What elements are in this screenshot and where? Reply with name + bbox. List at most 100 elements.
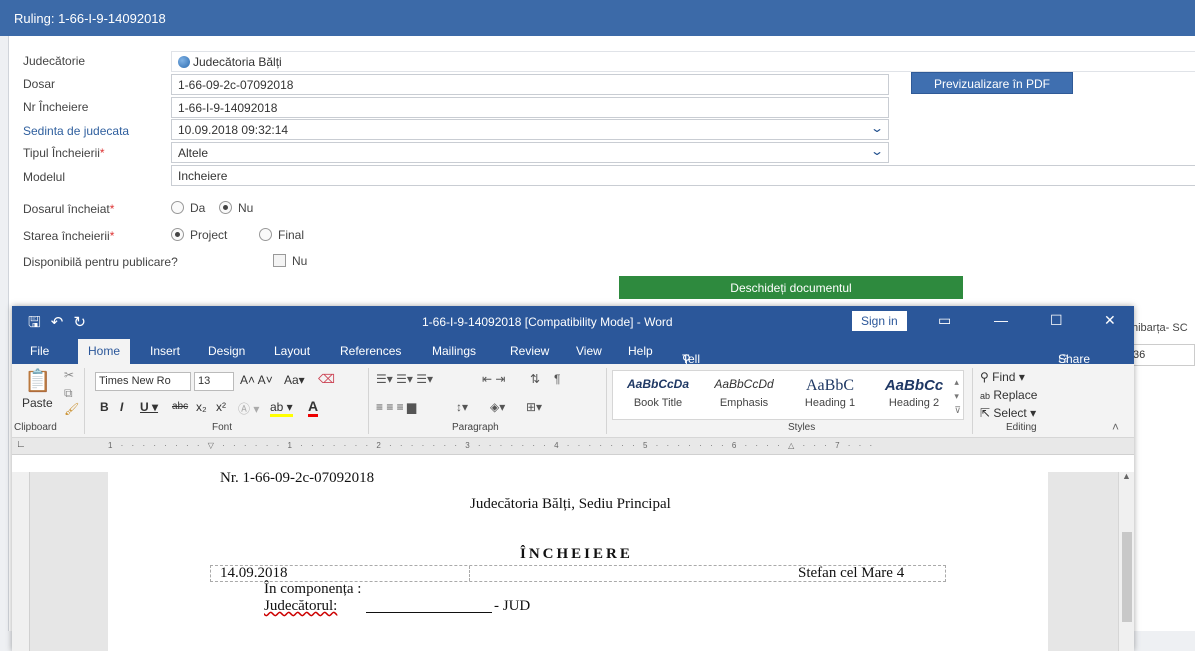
- vertical-scrollbar[interactable]: ▲: [1118, 471, 1134, 651]
- format-painter-icon[interactable]: 🖌: [64, 402, 79, 416]
- undo-icon[interactable]: ↶: [51, 314, 74, 331]
- clear-formatting-icon[interactable]: ⌫: [318, 372, 335, 386]
- font-size-select[interactable]: 13: [194, 372, 234, 391]
- required-marker: *: [109, 229, 115, 243]
- tab-insert[interactable]: Insert: [150, 344, 180, 358]
- text-effects-icon[interactable]: Ⓐ ▾: [238, 400, 259, 417]
- horizontal-ruler[interactable]: ∟ 1 · · · · · · · · ▽ · · · · · · 1 · · …: [12, 438, 1134, 455]
- chevron-down-icon: ⌄: [869, 121, 885, 135]
- tab-review[interactable]: Review: [510, 344, 549, 358]
- disponibila-checkbox[interactable]: Nu: [273, 254, 307, 268]
- radio-label: Final: [278, 228, 305, 242]
- indent-icon[interactable]: ⇤ ⇥: [482, 372, 505, 386]
- grow-font-icon[interactable]: A˄ A˅: [240, 373, 273, 387]
- radio-label: Da: [190, 201, 206, 215]
- tab-mailings[interactable]: Mailings: [432, 344, 476, 358]
- underline-icon[interactable]: U ▾: [140, 400, 158, 414]
- scroll-up-icon[interactable]: ▲: [1122, 471, 1131, 481]
- tab-layout[interactable]: Layout: [274, 344, 310, 358]
- style-heading-2[interactable]: AaBbCc Heading 2: [871, 377, 957, 409]
- find-button[interactable]: ⚲ Find ▾: [980, 370, 1025, 384]
- replace-button[interactable]: ab Replace: [980, 388, 1037, 402]
- radio-icon: [171, 201, 184, 214]
- ribbon-display-icon[interactable]: ▭: [938, 312, 951, 329]
- tab-stop-icon[interactable]: ∟: [16, 439, 26, 450]
- tab-references[interactable]: References: [340, 344, 401, 358]
- dosar-incheiat-nu-radio[interactable]: Nu: [219, 201, 253, 215]
- style-emphasis[interactable]: AaBbCcDd Emphasis: [701, 377, 787, 409]
- ribbon-separator: [84, 368, 85, 434]
- starea-final-radio[interactable]: Final: [259, 228, 304, 242]
- preview-pdf-button[interactable]: Previzualizare în PDF: [911, 72, 1073, 94]
- change-case-icon[interactable]: Aa▾: [284, 373, 305, 387]
- select-button[interactable]: ⇱ Select ▾: [980, 406, 1036, 420]
- sign-in-button[interactable]: Sign in: [852, 311, 907, 331]
- dosar-incheiat-da-radio[interactable]: Da: [171, 201, 205, 215]
- sedinta-value: 10.09.2018 09:32:14: [178, 123, 289, 137]
- clipboard-group-label: Clipboard: [14, 422, 57, 433]
- italic-icon[interactable]: I: [120, 400, 123, 414]
- starea-project-radio[interactable]: Project: [171, 228, 227, 242]
- strikethrough-icon[interactable]: abc: [172, 401, 188, 412]
- vertical-ruler: [12, 472, 30, 651]
- background-text: hibarța- SC: [1132, 322, 1188, 334]
- style-book-title[interactable]: AaBbCcDa Book Title: [615, 377, 701, 409]
- font-color-icon[interactable]: A: [308, 398, 319, 417]
- style-preview: AaBbCcDd: [714, 377, 774, 391]
- redo-icon[interactable]: ↻: [73, 314, 96, 331]
- open-document-button[interactable]: Deschideți documentul: [619, 276, 963, 299]
- style-heading-1[interactable]: AaBbC Heading 1: [787, 377, 873, 409]
- dosar-incheiat-label-text: Dosarul încheiat: [23, 202, 110, 216]
- sedinta-select[interactable]: 10.09.2018 09:32:14 ⌄: [171, 119, 889, 140]
- align-icons[interactable]: ≡ ≡ ≡ ▆: [376, 400, 416, 414]
- modelul-field[interactable]: Incheiere: [171, 165, 1195, 186]
- styles-scroll-icon[interactable]: ▴ ▾ ⊽: [954, 375, 961, 417]
- paragraph-group-label: Paragraph: [452, 422, 499, 433]
- superscript-icon[interactable]: x²: [216, 400, 226, 414]
- window-title: Ruling: 1-66-I-9-14092018: [0, 0, 1195, 36]
- bold-icon[interactable]: B: [100, 400, 109, 414]
- save-icon[interactable]: 🖫: [28, 314, 51, 331]
- scrollbar-thumb[interactable]: [1122, 532, 1132, 622]
- styles-gallery: AaBbCcDa Book Title AaBbCcDd Emphasis AaBb…: [612, 370, 964, 420]
- collapse-ribbon-icon[interactable]: ˄: [1112, 420, 1119, 434]
- highlight-icon[interactable]: ab ▾: [270, 400, 293, 417]
- required-marker: *: [99, 146, 105, 160]
- shading-icon[interactable]: ◈▾: [490, 400, 505, 414]
- tab-view[interactable]: View: [576, 344, 602, 358]
- font-name-select[interactable]: Times New Ro: [95, 372, 191, 391]
- show-formatting-icon[interactable]: ¶: [554, 372, 560, 386]
- starea-label: Starea încheierii*: [23, 229, 114, 243]
- tab-design[interactable]: Design: [208, 344, 245, 358]
- paste-button[interactable]: Paste: [22, 396, 53, 410]
- court-value: Judecătoria Bălți: [193, 55, 282, 69]
- nr-incheiere-field[interactable]: 1-66-I-9-14092018: [171, 97, 889, 118]
- close-icon[interactable]: ✕: [1104, 312, 1116, 329]
- line-spacing-icon[interactable]: ↕▾: [456, 400, 468, 414]
- copy-icon[interactable]: ⧉: [64, 386, 73, 401]
- tab-help[interactable]: Help: [628, 344, 653, 358]
- tipul-label: Tipul Încheierii*: [23, 146, 105, 160]
- document-page[interactable]: Nr. 1-66-09-2c-07092018 Judecătoria Bălț…: [108, 470, 1048, 651]
- doc-signature-line: [366, 612, 492, 613]
- search-icon: ⚲: [980, 370, 989, 384]
- word-window[interactable]: 🖫↶↻ 1-66-I-9-14092018 [Compatibility Mod…: [12, 306, 1134, 651]
- tab-file[interactable]: File: [30, 344, 49, 358]
- maximize-icon[interactable]: ☐: [1050, 312, 1063, 329]
- sort-icon[interactable]: ⇅: [530, 372, 540, 386]
- cut-icon[interactable]: ✂: [64, 368, 74, 382]
- table-divider: [469, 566, 470, 581]
- tab-home[interactable]: Home: [78, 339, 131, 364]
- minimize-icon[interactable]: —: [994, 312, 1008, 328]
- style-preview: AaBbCc: [884, 377, 944, 394]
- borders-icon[interactable]: ⊞▾: [526, 400, 542, 414]
- styles-group-label: Styles: [788, 422, 816, 433]
- doc-address: Stefan cel Mare 4: [798, 565, 905, 581]
- dosar-field[interactable]: 1-66-09-2c-07092018: [171, 74, 889, 95]
- tipul-select[interactable]: Altele ⌄: [171, 142, 889, 163]
- paste-icon[interactable]: 📋: [24, 368, 51, 394]
- bullets-icon[interactable]: ☰▾ ☰▾ ☰▾: [376, 372, 433, 386]
- style-preview: AaBbCcDa: [626, 377, 689, 391]
- subscript-icon[interactable]: x₂: [196, 400, 207, 414]
- dosar-label: Dosar: [23, 77, 56, 91]
